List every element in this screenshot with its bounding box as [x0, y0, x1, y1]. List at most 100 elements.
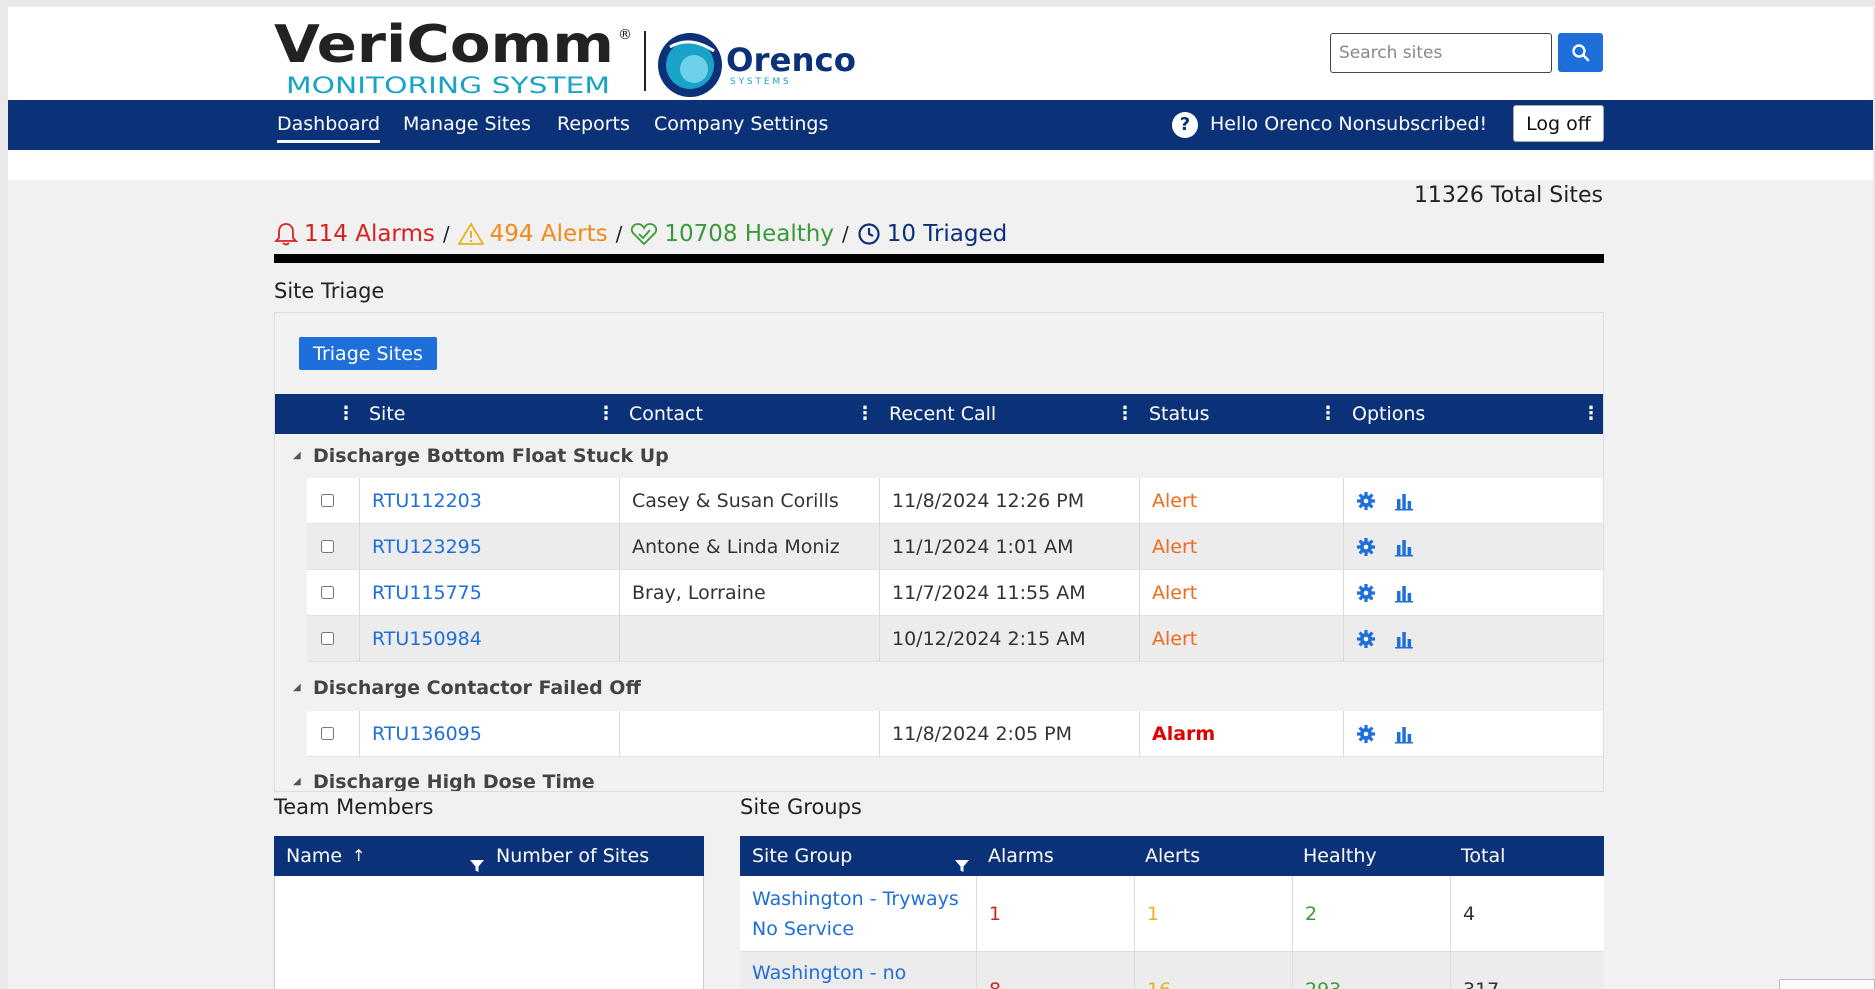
- collapse-caret-icon[interactable]: ◢: [293, 666, 301, 710]
- summary-separator: /: [442, 222, 450, 246]
- site-link[interactable]: RTU115775: [372, 582, 482, 604]
- gear-icon[interactable]: [1356, 491, 1376, 511]
- logo-brand-text: VeriComm: [274, 17, 614, 75]
- summary-separator: /: [615, 222, 623, 246]
- collapse-caret-icon[interactable]: ◢: [293, 760, 301, 791]
- site-groups-title: Site Groups: [740, 795, 862, 819]
- gear-icon[interactable]: [1356, 724, 1376, 744]
- column-menu-icon[interactable]: ⋮: [1582, 394, 1600, 434]
- healthy-cell: 2: [1292, 876, 1450, 951]
- row-checkbox[interactable]: [321, 540, 334, 553]
- team-members-title: Team Members: [274, 795, 434, 819]
- col-header-total[interactable]: Total: [1461, 836, 1505, 876]
- recent-call-cell: 11/8/2024 2:05 PM: [879, 711, 1139, 757]
- site-link[interactable]: RTU150984: [372, 628, 482, 650]
- site-link[interactable]: RTU123295: [372, 536, 482, 558]
- summary-divider: [274, 254, 1604, 263]
- row-checkbox[interactable]: [321, 586, 334, 599]
- warning-icon: [457, 222, 484, 246]
- bell-icon: [274, 221, 298, 247]
- user-greeting: Hello Orenco Nonsubscribed!: [1210, 113, 1488, 135]
- table-row: Washington - no 8 16 293 317: [740, 952, 1604, 989]
- triage-sites-button[interactable]: Triage Sites: [299, 337, 437, 370]
- table-row: RTU112203 Casey & Susan Corills 11/8/202…: [307, 478, 1603, 524]
- header: VeriComm ® MONITORING SYSTEM Orenco S Y …: [8, 7, 1873, 100]
- contact-cell: Casey & Susan Corills: [619, 478, 879, 524]
- search-input[interactable]: [1330, 33, 1552, 73]
- col-header-site[interactable]: Site: [369, 394, 405, 434]
- total-cell: 4: [1450, 876, 1604, 951]
- col-header-status[interactable]: Status: [1149, 394, 1210, 434]
- table-row: Washington - Tryways No Service 1 1 2 4: [740, 876, 1604, 952]
- status-cell: Alarm: [1139, 711, 1343, 757]
- status-cell: Alert: [1139, 478, 1343, 524]
- sort-ascending-icon[interactable]: ↑: [352, 836, 365, 876]
- alerts-cell: 1: [1134, 876, 1292, 951]
- gear-icon[interactable]: [1356, 629, 1376, 649]
- bar-chart-icon[interactable]: [1394, 724, 1414, 744]
- logo-registered-mark: ®: [618, 27, 632, 43]
- total-cell: 317: [1450, 952, 1604, 989]
- group-title: Discharge High Dose Time: [313, 771, 595, 792]
- status-summary: 114 Alarms / 494 Alerts / 10708 Healthy …: [274, 221, 1007, 247]
- group-header[interactable]: ◢ Discharge Bottom Float Stuck Up: [275, 434, 1603, 478]
- triaged-count-link[interactable]: 10 Triaged: [887, 221, 1008, 247]
- row-checkbox[interactable]: [321, 727, 334, 740]
- col-header-contact[interactable]: Contact: [629, 394, 703, 434]
- row-checkbox[interactable]: [321, 494, 334, 507]
- table-row: RTU136095 11/8/2024 2:05 PM Alarm: [307, 711, 1603, 757]
- bar-chart-icon[interactable]: [1394, 583, 1414, 603]
- status-cell: Alert: [1139, 570, 1343, 616]
- logo-partner-text: Orenco: [726, 41, 856, 79]
- gear-icon[interactable]: [1356, 583, 1376, 603]
- nav-reports[interactable]: Reports: [557, 100, 630, 150]
- row-checkbox[interactable]: [321, 632, 334, 645]
- table-row: RTU150984 10/12/2024 2:15 AM Alert: [307, 616, 1603, 662]
- nav-company-settings[interactable]: Company Settings: [654, 100, 828, 150]
- col-header-site-group[interactable]: Site Group: [752, 836, 852, 876]
- col-header-healthy[interactable]: Healthy: [1303, 836, 1377, 876]
- logo-subtitle: MONITORING SYSTEM: [286, 74, 610, 97]
- column-menu-icon[interactable]: ⋮: [856, 394, 874, 434]
- bar-chart-icon[interactable]: [1394, 537, 1414, 557]
- group-header[interactable]: ◢ Discharge High Dose Time: [275, 760, 1603, 792]
- nav-dashboard[interactable]: Dashboard: [277, 100, 381, 150]
- column-menu-icon[interactable]: ⋮: [597, 394, 615, 434]
- alerts-cell: 16: [1134, 952, 1292, 989]
- search-button[interactable]: [1558, 33, 1603, 72]
- recent-call-cell: 11/7/2024 11:55 AM: [879, 570, 1139, 616]
- contact-cell: [619, 616, 879, 662]
- col-header-number-of-sites[interactable]: Number of Sites: [496, 836, 649, 876]
- alarms-cell: 1: [976, 876, 1134, 951]
- logoff-button[interactable]: Log off: [1513, 105, 1604, 142]
- alarms-count-link[interactable]: 114 Alarms: [304, 221, 435, 247]
- alerts-count-link[interactable]: 494 Alerts: [490, 221, 608, 247]
- col-header-name[interactable]: Name: [286, 836, 342, 876]
- vericomm-orenco-logo: VeriComm ® MONITORING SYSTEM Orenco S Y …: [274, 17, 856, 97]
- column-menu-icon[interactable]: ⋮: [1319, 394, 1337, 434]
- site-link[interactable]: RTU112203: [372, 490, 482, 512]
- healthy-count-link[interactable]: 10708 Healthy: [664, 221, 834, 247]
- column-menu-icon[interactable]: ⋮: [1116, 394, 1134, 434]
- collapse-caret-icon[interactable]: ◢: [293, 434, 301, 478]
- site-group-link-line2[interactable]: No Service: [752, 914, 854, 944]
- gear-icon[interactable]: [1356, 537, 1376, 557]
- search-icon: [1571, 43, 1589, 61]
- group-header[interactable]: ◢ Discharge Contactor Failed Off: [275, 666, 1603, 710]
- triage-grid-header: ⋮ Site ⋮ Contact ⋮ Recent Call ⋮ Status …: [275, 394, 1603, 434]
- col-header-alarms[interactable]: Alarms: [988, 836, 1054, 876]
- team-members-body: [274, 876, 704, 989]
- site-group-link[interactable]: Washington - Tryways: [752, 884, 959, 914]
- recaptcha-badge: [1779, 979, 1875, 989]
- nav-manage-sites[interactable]: Manage Sites: [403, 100, 531, 150]
- site-group-link[interactable]: Washington - no: [752, 958, 906, 988]
- col-header-recent-call[interactable]: Recent Call: [889, 394, 996, 434]
- col-header-options[interactable]: Options: [1352, 394, 1425, 434]
- bar-chart-icon[interactable]: [1394, 629, 1414, 649]
- bar-chart-icon[interactable]: [1394, 491, 1414, 511]
- column-menu-icon[interactable]: ⋮: [337, 394, 355, 434]
- site-groups-header: Site Group Alarms Alerts Healthy Total: [740, 836, 1604, 876]
- col-header-alerts[interactable]: Alerts: [1145, 836, 1200, 876]
- help-icon[interactable]: ?: [1172, 112, 1198, 138]
- site-link[interactable]: RTU136095: [372, 723, 482, 745]
